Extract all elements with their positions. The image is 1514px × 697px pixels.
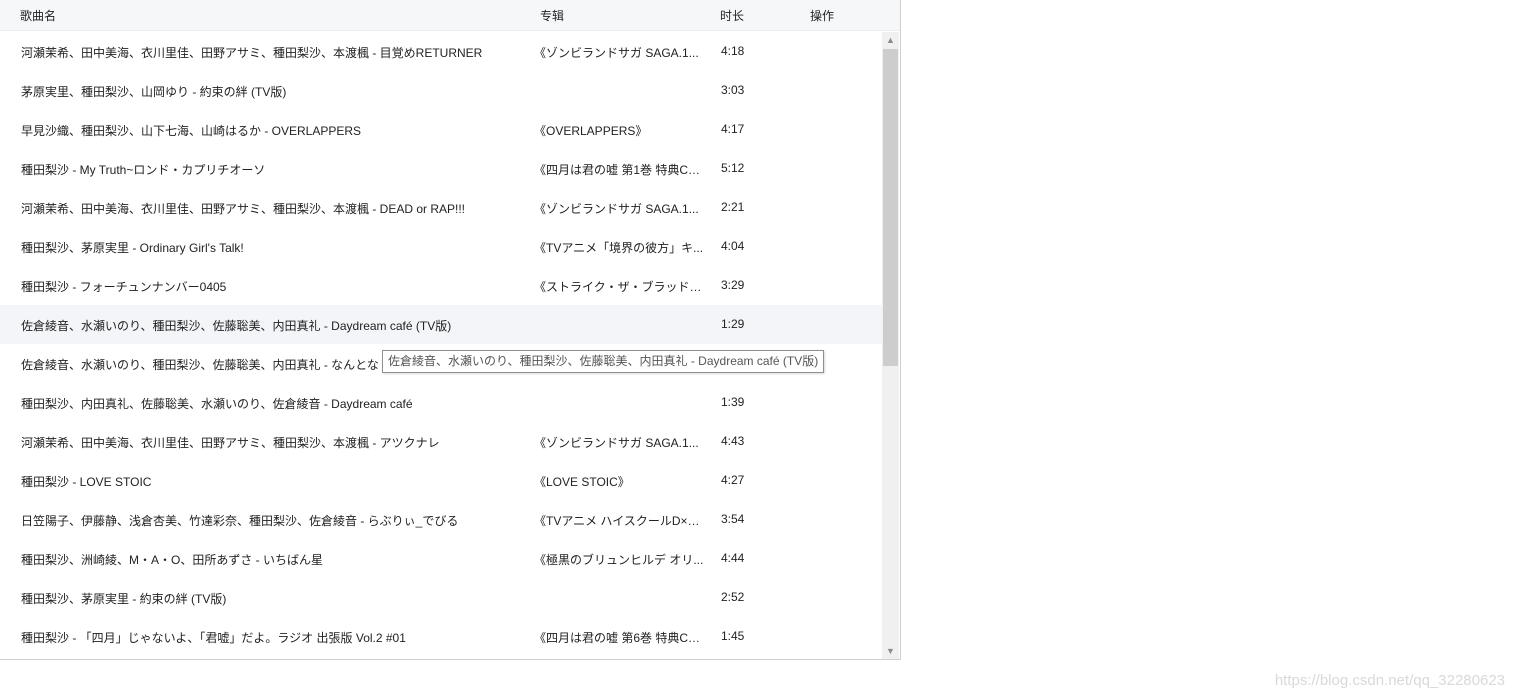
album-name[interactable]: 《TVアニメ ハイスクールD×D... xyxy=(534,512,704,529)
song-name: 種田梨沙 - LOVE STOIC xyxy=(21,475,152,489)
scrollbar-thumb[interactable] xyxy=(883,49,898,366)
album-name[interactable]: 《四月は君の嘘 第6巻 特典CD》 xyxy=(534,629,704,646)
table-row[interactable]: 日笠陽子、伊藤静、浅倉杏美、竹達彩奈、種田梨沙、佐倉綾音 - らぶりぃ_でびる … xyxy=(0,500,882,539)
song-duration: 3:03 xyxy=(721,83,745,97)
table-row[interactable]: 種田梨沙、茅原実里 - 約束の絆 (TV版) 2:52 xyxy=(0,578,882,617)
song-duration: 4:18 xyxy=(721,44,745,58)
table-row[interactable]: 種田梨沙 - LOVE STOIC 《LOVE STOIC》 4:27 xyxy=(0,461,882,500)
song-duration: 1:45 xyxy=(721,629,745,643)
album-name[interactable]: 《ゾンビランドサガ SAGA.1... xyxy=(534,434,704,451)
album-name[interactable]: 《四月は君の嘘 第1巻 特典CD》 xyxy=(534,161,704,178)
table-row[interactable]: 種田梨沙 - 「四月」じゃないよ、「君嘘」だよ。ラジオ 出張版 Vol.2 #0… xyxy=(0,617,882,656)
vertical-scrollbar[interactable]: ▲ ▼ xyxy=(882,32,899,659)
album-name[interactable]: 《TVアニメ「境界の彼方」キ... xyxy=(534,239,704,256)
table-row[interactable]: 種田梨沙、洲崎綾、M・A・O、田所あずさ - いちばん星 《極黒のブリュンヒルデ… xyxy=(0,539,882,578)
song-duration: 3:29 xyxy=(721,278,745,292)
song-name: 種田梨沙 - My Truth~ロンド・カプリチオーソ xyxy=(21,163,266,177)
column-header-album[interactable]: 专辑 xyxy=(540,7,564,24)
album-name[interactable]: 《LOVE STOIC》 xyxy=(534,473,704,490)
song-duration: 5:12 xyxy=(721,161,745,175)
table-row[interactable]: 早見沙織、種田梨沙、山下七海、山崎はるか - OVERLAPPERS 《OVER… xyxy=(0,110,882,149)
table-row[interactable]: 種田梨沙 - My Truth~ロンド・カプリチオーソ 《四月は君の嘘 第1巻 … xyxy=(0,149,882,188)
song-name: 種田梨沙、洲崎綾、M・A・O、田所あずさ - いちばん星 xyxy=(21,553,324,567)
table-row[interactable]: 河瀬茉希、田中美海、衣川里佳、田野アサミ、種田梨沙、本渡楓 - 目覚めRETUR… xyxy=(0,32,882,71)
song-name: 種田梨沙、内田真礼、佐藤聡美、水瀬いのり、佐倉綾音 - Daydream caf… xyxy=(21,397,413,411)
song-list-panel: 歌曲名 专辑 时长 操作 河瀬茉希、田中美海、衣川里佳、田野アサミ、種田梨沙、本… xyxy=(0,0,901,660)
song-duration: 1:29 xyxy=(721,317,745,331)
song-duration: 4:17 xyxy=(721,122,745,136)
song-name: 河瀬茉希、田中美海、衣川里佳、田野アサミ、種田梨沙、本渡楓 - 目覚めRETUR… xyxy=(21,46,483,60)
song-duration: 4:27 xyxy=(721,473,745,487)
album-name[interactable]: 《OVERLAPPERS》 xyxy=(534,122,704,139)
table-row[interactable]: 茅原実里、種田梨沙、山岡ゆり - 約束の絆 (TV版) 3:03 xyxy=(0,71,882,110)
song-duration: 3:54 xyxy=(721,512,745,526)
album-name[interactable]: 《ゾンビランドサガ SAGA.1... xyxy=(534,44,704,61)
album-name[interactable]: 《極黒のブリュンヒルデ オリ... xyxy=(534,551,704,568)
song-name: 種田梨沙 - 「四月」じゃないよ、「君嘘」だよ。ラジオ 出張版 Vol.2 #0… xyxy=(21,631,406,645)
column-header-actions: 操作 xyxy=(810,9,835,23)
song-duration: 4:43 xyxy=(721,434,745,448)
song-name: 茅原実里、種田梨沙、山岡ゆり - 約束の絆 (TV版) xyxy=(21,85,287,99)
song-name: 種田梨沙、茅原実里 - Ordinary Girl's Talk! xyxy=(21,241,244,255)
scroll-down-arrow-icon[interactable]: ▼ xyxy=(882,643,899,659)
song-name: 河瀬茉希、田中美海、衣川里佳、田野アサミ、種田梨沙、本渡楓 - アツクナレ xyxy=(21,436,440,450)
table-header: 歌曲名 专辑 时长 操作 xyxy=(0,0,900,31)
song-duration: 1:39 xyxy=(721,395,745,409)
watermark: https://blog.csdn.net/qq_32280623 xyxy=(1274,672,1505,689)
app-root: 歌曲名 专辑 时长 操作 河瀬茉希、田中美海、衣川里佳、田野アサミ、種田梨沙、本… xyxy=(0,0,1514,697)
album-name[interactable]: 《ストライク・ザ・ブラッド I... xyxy=(534,278,704,295)
song-duration: 4:04 xyxy=(721,239,745,253)
scroll-up-arrow-icon[interactable]: ▲ xyxy=(882,32,899,48)
song-name: 早見沙織、種田梨沙、山下七海、山崎はるか - OVERLAPPERS xyxy=(21,124,362,138)
song-name-tooltip: 佐倉綾音、水瀬いのり、種田梨沙、佐藤聡美、内田真礼 - Daydream caf… xyxy=(382,350,825,373)
column-header-duration[interactable]: 时长 xyxy=(720,7,744,24)
song-duration: 2:21 xyxy=(721,200,745,214)
song-name: 佐倉綾音、水瀬いのり、種田梨沙、佐藤聡美、内田真礼 - Daydream caf… xyxy=(21,319,452,333)
table-row[interactable]: 種田梨沙、茅原実里 - Ordinary Girl's Talk! 《TVアニメ… xyxy=(0,227,882,266)
song-name: 河瀬茉希、田中美海、衣川里佳、田野アサミ、種田梨沙、本渡楓 - DEAD or … xyxy=(21,202,466,216)
table-row-hovered[interactable]: 佐倉綾音、水瀬いのり、種田梨沙、佐藤聡美、内田真礼 - Daydream caf… xyxy=(0,305,882,344)
song-rows: 河瀬茉希、田中美海、衣川里佳、田野アサミ、種田梨沙、本渡楓 - 目覚めRETUR… xyxy=(0,32,882,656)
song-name: 種田梨沙、茅原実里 - 約束の絆 (TV版) xyxy=(21,592,227,606)
table-row[interactable]: 河瀬茉希、田中美海、衣川里佳、田野アサミ、種田梨沙、本渡楓 - DEAD or … xyxy=(0,188,882,227)
album-name[interactable]: 《ゾンビランドサガ SAGA.1... xyxy=(534,200,704,217)
table-row[interactable]: 河瀬茉希、田中美海、衣川里佳、田野アサミ、種田梨沙、本渡楓 - アツクナレ 《ゾ… xyxy=(0,422,882,461)
song-duration: 2:52 xyxy=(721,590,745,604)
column-header-song-name[interactable]: 歌曲名 xyxy=(20,7,56,24)
table-row[interactable]: 種田梨沙 - フォーチュンナンバー0405 《ストライク・ザ・ブラッド I...… xyxy=(0,266,882,305)
song-name: 日笠陽子、伊藤静、浅倉杏美、竹達彩奈、種田梨沙、佐倉綾音 - らぶりぃ_でびる xyxy=(21,514,459,528)
song-duration: 4:44 xyxy=(721,551,745,565)
song-name: 種田梨沙 - フォーチュンナンバー0405 xyxy=(21,280,227,294)
table-row[interactable]: 種田梨沙、内田真礼、佐藤聡美、水瀬いのり、佐倉綾音 - Daydream caf… xyxy=(0,383,882,422)
